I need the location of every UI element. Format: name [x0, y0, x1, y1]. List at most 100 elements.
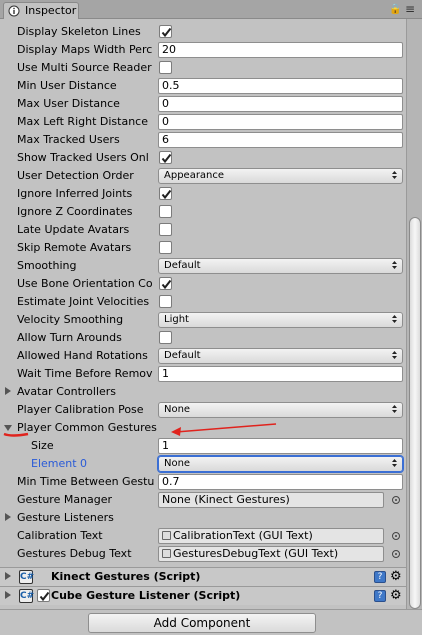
foldout-closed-icon[interactable] [5, 591, 11, 599]
property-label: Show Tracked Users Onl [17, 151, 149, 164]
menu-icon[interactable]: ≡ [405, 2, 415, 16]
property-label: Late Update Avatars [17, 223, 130, 236]
property-dropdown[interactable]: None [158, 402, 403, 418]
object-picker-icon[interactable] [392, 550, 400, 558]
property-input[interactable]: 1 [158, 438, 403, 454]
property-label[interactable]: Gesture Listeners [17, 511, 114, 524]
csharp-script-icon: C# [19, 570, 35, 584]
property-row: Skip Remote Avatars [0, 239, 406, 257]
object-field[interactable]: CalibrationText (GUI Text) [158, 528, 384, 544]
tab-inspector[interactable]: Inspector [3, 2, 79, 19]
property-row: Element 0 None [0, 455, 406, 473]
property-dropdown[interactable]: Appearance [158, 168, 403, 184]
property-input[interactable]: 0 [158, 96, 403, 112]
property-checkbox[interactable] [159, 331, 172, 344]
property-input[interactable]: 1 [158, 366, 403, 382]
object-field[interactable]: None (Kinect Gestures) [158, 492, 384, 508]
inspector-content: Display Skeleton Lines Display Maps Width… [0, 19, 406, 635]
property-label: Velocity Smoothing [17, 313, 124, 326]
property-checkbox[interactable] [159, 205, 172, 218]
property-row: Max Left Right Distance 0 [0, 113, 406, 131]
tab-label: Inspector [25, 4, 77, 17]
help-icon[interactable]: ? [374, 590, 386, 602]
property-row: Wait Time Before Remov 1 [0, 365, 406, 383]
foldout-closed-icon[interactable] [5, 387, 11, 395]
info-icon [8, 5, 20, 17]
property-checkbox[interactable] [159, 151, 172, 164]
property-row: Min Time Between Gestu 0.7 [0, 473, 406, 491]
dropdown-arrow-icon [392, 315, 397, 323]
property-input[interactable]: 0.7 [158, 474, 403, 490]
property-row: Min User Distance 0.5 [0, 77, 406, 95]
gear-icon[interactable]: ⚙ [390, 569, 402, 584]
dropdown-arrow-icon [392, 171, 397, 179]
property-row: Max User Distance 0 [0, 95, 406, 113]
property-dropdown[interactable]: Default [158, 348, 403, 364]
property-label: Min User Distance [17, 79, 117, 92]
gear-icon[interactable]: ⚙ [390, 588, 402, 603]
checkmark-icon [39, 591, 50, 602]
property-dropdown[interactable]: Default [158, 258, 403, 274]
property-label[interactable]: Player Common Gestures [17, 421, 157, 434]
property-row: Calibration Text CalibrationText (GUI Tex… [0, 527, 406, 545]
property-checkbox[interactable] [159, 295, 172, 308]
property-label: Wait Time Before Remov [17, 367, 153, 380]
property-row: Player Calibration Pose None [0, 401, 406, 419]
foldout-closed-icon[interactable] [5, 572, 11, 580]
property-input[interactable]: 6 [158, 132, 403, 148]
dropdown-arrow [391, 313, 398, 330]
property-checkbox[interactable] [159, 223, 172, 236]
property-row: Use Bone Orientation Co [0, 275, 406, 293]
property-dropdown[interactable]: Light [158, 312, 403, 328]
component-title: Kinect Gestures (Script) [51, 570, 201, 583]
property-label: Size [31, 439, 54, 452]
property-label[interactable]: Avatar Controllers [17, 385, 116, 398]
object-picker-icon[interactable] [392, 532, 400, 540]
property-row: Estimate Joint Velocities [0, 293, 406, 311]
property-checkbox[interactable] [159, 187, 172, 200]
property-checkbox[interactable] [159, 25, 172, 38]
foldout-closed-icon[interactable] [5, 513, 11, 521]
checkmark-icon [161, 27, 172, 38]
scrollbar-thumb[interactable] [409, 217, 421, 609]
property-label: Element 0 [31, 457, 88, 470]
dropdown-value: Default [164, 350, 201, 361]
property-label: Display Skeleton Lines [17, 25, 141, 38]
property-checkbox[interactable] [159, 241, 172, 254]
add-component-button[interactable]: Add Component [88, 613, 316, 633]
component-enabled-checkbox[interactable] [37, 589, 50, 602]
object-field-value: GesturesDebugText (GUI Text) [173, 547, 339, 560]
property-label: Player Calibration Pose [17, 403, 144, 416]
object-field-value: CalibrationText (GUI Text) [173, 529, 313, 542]
dropdown-value: Appearance [164, 170, 225, 181]
property-row: Velocity Smoothing Light [0, 311, 406, 329]
component-title: Cube Gesture Listener (Script) [51, 589, 241, 602]
property-checkbox[interactable] [159, 277, 172, 290]
component-header[interactable]: C# Kinect Gestures (Script)? ⚙ [0, 567, 406, 586]
scrollbar[interactable] [406, 19, 422, 609]
property-label: Gestures Debug Text [17, 547, 132, 560]
lock-icon[interactable]: 🔒 [389, 4, 401, 15]
property-input[interactable]: 20 [158, 42, 403, 58]
property-input[interactable]: 0 [158, 114, 403, 130]
help-icon[interactable]: ? [374, 571, 386, 583]
property-row: Avatar Controllers [0, 383, 406, 401]
object-picker-icon[interactable] [392, 496, 400, 504]
dropdown-value: Default [164, 260, 201, 271]
object-field[interactable]: GesturesDebugText (GUI Text) [158, 546, 384, 562]
property-row: Ignore Inferred Joints [0, 185, 406, 203]
property-row: Gestures Debug Text GesturesDebugText (GU… [0, 545, 406, 563]
property-checkbox[interactable] [159, 61, 172, 74]
property-row: Smoothing Default [0, 257, 406, 275]
property-row: Show Tracked Users Onl [0, 149, 406, 167]
property-input[interactable]: 0.5 [158, 78, 403, 94]
property-label: Ignore Z Coordinates [17, 205, 133, 218]
dropdown-arrow [391, 259, 398, 276]
property-dropdown[interactable]: None [158, 456, 403, 472]
property-label: Display Maps Width Perc [17, 43, 153, 56]
dropdown-value: None [164, 458, 191, 469]
foldout-open-icon[interactable] [4, 425, 12, 431]
dropdown-arrow-icon [392, 459, 397, 467]
component-header[interactable]: C# Cube Gesture Listener (Script)? ⚙ [0, 586, 406, 605]
property-row: Ignore Z Coordinates [0, 203, 406, 221]
